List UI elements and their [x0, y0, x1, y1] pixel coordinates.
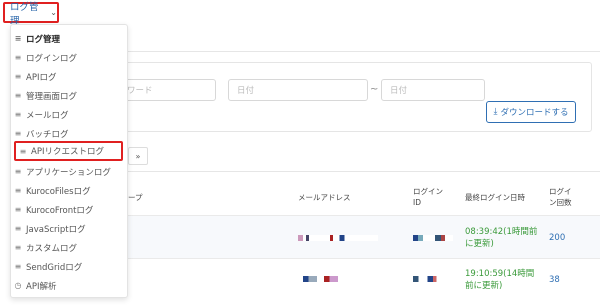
list-icon: ≡	[19, 146, 27, 156]
list-icon: ≡	[14, 72, 22, 81]
menu-item-custom-log[interactable]: ≡ カスタムログ	[13, 239, 123, 256]
last-login-time-suffix: に更新)	[465, 239, 494, 249]
menu-item-label: アプリケーションログ	[26, 167, 111, 178]
list-icon: ≡	[14, 129, 22, 138]
header-last-login: 最終ログイン日時	[465, 193, 525, 202]
list-icon: ≡	[14, 224, 22, 233]
header-group: ープ	[128, 193, 143, 202]
list-icon: ≡	[14, 34, 22, 43]
last-login-time-suffix: 前に更新)	[465, 281, 503, 291]
menu-item-label: JavaScriptログ	[26, 224, 86, 235]
list-icon: ≡	[14, 262, 22, 271]
download-icon: ⤓	[493, 107, 498, 117]
header-count-1: ログイ	[549, 187, 572, 196]
menu-item-label: KurocoFilesログ	[26, 186, 91, 197]
chevron-down-icon: ⌄	[50, 8, 57, 17]
table-header	[128, 178, 600, 214]
menu-item-label: APIログ	[26, 72, 57, 83]
log-management-menu-button[interactable]: ログ管理 ⌄	[3, 2, 59, 27]
menu-item-application-log[interactable]: ≡ アプリケーションログ	[13, 163, 123, 180]
date-from-input[interactable]: 日付	[228, 79, 368, 101]
menu-item-label: メールログ	[26, 110, 69, 121]
menu-item-api-request-log[interactable]: ≡ APIリクエストログ	[14, 141, 123, 161]
menu-item-mail-log[interactable]: ≡ メールログ	[13, 106, 123, 123]
last-login-time: 08:39:42(1時間前	[465, 227, 538, 237]
menu-item-kurocofiles-log[interactable]: ≡ KurocoFilesログ	[13, 182, 123, 199]
menu-item-label: SendGridログ	[26, 262, 83, 273]
menu-item-admin-log[interactable]: ≡ 管理画面ログ	[13, 87, 123, 104]
login-count[interactable]: 38	[549, 275, 560, 285]
menu-item-label: バッチログ	[26, 129, 69, 140]
list-icon: ≡	[14, 205, 22, 214]
pager-next-button[interactable]: »	[128, 147, 148, 165]
download-label: ダウンロードする	[500, 108, 569, 118]
last-login-time: 19:10:59(14時間	[465, 269, 535, 279]
table-top-border	[128, 171, 600, 172]
list-icon: ≡	[14, 53, 22, 62]
header-count-2: ン回数	[549, 198, 572, 207]
list-icon: ≡	[14, 167, 22, 176]
menu-item-api-log[interactable]: ≡ APIログ	[13, 68, 123, 85]
redacted-login-id	[413, 276, 449, 282]
menu-item-login-log[interactable]: ≡ ログインログ	[13, 49, 123, 66]
date-separator: ~	[370, 84, 379, 95]
menu-item-label: API解析	[26, 281, 57, 292]
menu-item-label: APIリクエストログ	[31, 147, 104, 157]
menu-item-label: KurocoFrontログ	[26, 205, 94, 216]
date-to-input[interactable]: 日付	[381, 79, 485, 101]
menu-item-sendgrid-log[interactable]: ≡ SendGridログ	[13, 258, 123, 275]
menu-item-label: カスタムログ	[26, 243, 78, 254]
header-divider	[128, 51, 600, 52]
list-icon: ≡	[14, 91, 22, 100]
menu-item-javascript-log[interactable]: ≡ JavaScriptログ	[13, 220, 123, 237]
menu-item-api-analysis[interactable]: ◷ API解析	[13, 277, 123, 294]
download-button[interactable]: ⤓ ダウンロードする	[486, 101, 576, 123]
list-icon: ≡	[14, 186, 22, 195]
login-count[interactable]: 200	[549, 233, 565, 243]
clock-icon: ◷	[14, 281, 22, 290]
menu-item-batch-log[interactable]: ≡ バッチログ	[13, 125, 123, 142]
menu-item-label: ログインログ	[26, 53, 78, 64]
redacted-email	[303, 276, 373, 282]
header-email: メールアドレス	[298, 193, 351, 202]
menu-trigger-label: ログ管理	[10, 1, 39, 27]
row-divider	[128, 258, 600, 259]
menu-item-kurocofront-log[interactable]: ≡ KurocoFrontログ	[13, 201, 123, 218]
menu-item-label: 管理画面ログ	[26, 91, 78, 102]
header-login-id-1: ログイン	[413, 187, 443, 196]
keyword-input[interactable]: ワード	[118, 79, 216, 101]
header-login-id-2: ID	[413, 198, 421, 207]
redacted-email	[298, 235, 378, 241]
menu-item-label: ログ管理	[26, 34, 61, 45]
menu-item-log-management[interactable]: ≡ ログ管理	[13, 30, 123, 47]
redacted-login-id	[413, 235, 453, 241]
list-icon: ≡	[14, 110, 22, 119]
list-icon: ≡	[14, 243, 22, 252]
